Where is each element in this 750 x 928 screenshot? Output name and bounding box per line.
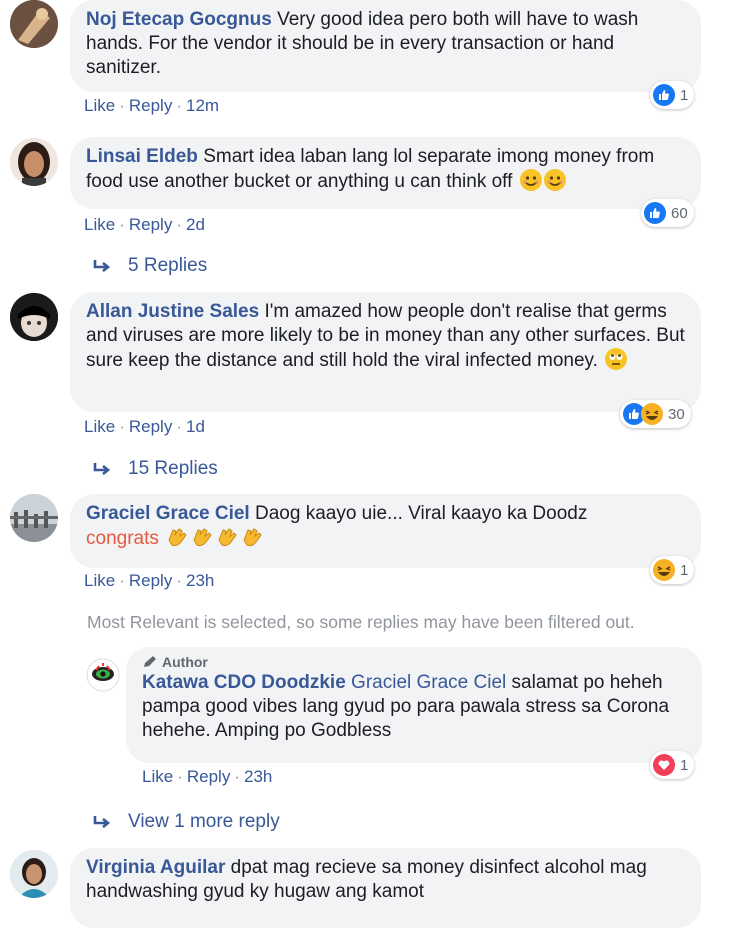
comment-author[interactable]: Noj Etecap Gocgnus xyxy=(86,9,272,30)
comment-actions: Like · Reply · 1d xyxy=(84,417,205,436)
mention-link[interactable]: Graciel Grace Ciel xyxy=(351,672,506,693)
reply-author[interactable]: Katawa CDO Doodzkie xyxy=(142,672,346,693)
replies-label[interactable]: 15 Replies xyxy=(128,458,218,480)
view-more-label[interactable]: View 1 more reply xyxy=(128,811,280,833)
smile-emoji-icon xyxy=(519,169,542,191)
reply-link[interactable]: Reply xyxy=(129,96,172,115)
reply-arrow-icon xyxy=(93,463,111,476)
like-reaction-icon xyxy=(644,202,666,224)
timestamp[interactable]: 23h xyxy=(244,767,272,786)
timestamp[interactable]: 23h xyxy=(186,571,214,590)
comment-author[interactable]: Allan Justine Sales xyxy=(86,301,259,322)
timestamp[interactable]: 2d xyxy=(186,215,205,234)
comment-bubble: Allan Justine Sales I'm amazed how peopl… xyxy=(70,292,701,412)
reaction-count[interactable]: 1 xyxy=(650,556,695,584)
replies-label[interactable]: 5 Replies xyxy=(128,255,207,277)
view-replies-link[interactable]: 5 Replies xyxy=(92,255,207,277)
comment-actions: Like · Reply · 12m xyxy=(84,96,220,115)
reply-arrow-icon xyxy=(93,816,111,829)
comment-actions: Like · Reply · 23h xyxy=(84,571,215,590)
like-reaction-icon xyxy=(653,84,675,106)
comment-author[interactable]: Graciel Grace Ciel xyxy=(86,503,250,524)
like-link[interactable]: Like xyxy=(142,767,173,786)
comment-author[interactable]: Virginia Aguilar xyxy=(86,857,225,878)
view-more-replies-link[interactable]: View 1 more reply xyxy=(92,811,280,833)
reply-link[interactable]: Reply xyxy=(129,571,172,590)
comment-bubble: Virginia Aguilar dpat mag recieve sa mon… xyxy=(70,848,701,928)
love-reaction-icon xyxy=(653,754,675,776)
congrats-text: congrats xyxy=(86,528,159,549)
reply-link[interactable]: Reply xyxy=(129,215,172,234)
haha-reaction-icon xyxy=(653,559,675,581)
reply-arrow-icon xyxy=(93,260,111,273)
comment-author[interactable]: Linsai Eldeb xyxy=(86,146,198,167)
pencil-icon xyxy=(144,656,156,667)
reply-link[interactable]: Reply xyxy=(187,767,230,786)
reply-bubble: Author Katawa CDO Doodzkie Graciel Grace… xyxy=(126,647,702,763)
timestamp[interactable]: 12m xyxy=(186,96,219,115)
reply-actions: Like · Reply · 23h xyxy=(142,767,273,786)
reaction-count[interactable]: 1 xyxy=(650,751,695,779)
smile-emoji-icon xyxy=(543,169,566,191)
avatar[interactable] xyxy=(10,494,58,542)
comment-actions: Like · Reply · 2d xyxy=(84,215,205,234)
avatar[interactable] xyxy=(10,293,58,341)
view-replies-link[interactable]: 15 Replies xyxy=(92,458,218,480)
like-link[interactable]: Like xyxy=(84,417,115,436)
comment-bubble: Noj Etecap Gocgnus Very good idea pero b… xyxy=(70,0,701,92)
filter-notice: Most Relevant is selected, so some repli… xyxy=(87,612,635,632)
clapping-hands-icon xyxy=(164,528,264,549)
comment-text: Daog kaayo uie... Viral kaayo ka Doodz xyxy=(255,503,588,524)
avatar[interactable] xyxy=(10,850,58,898)
comment-bubble: Linsai Eldeb Smart idea laban lang lol s… xyxy=(70,137,701,209)
avatar[interactable] xyxy=(10,138,58,186)
avatar[interactable] xyxy=(10,0,58,48)
avatar[interactable] xyxy=(86,658,120,692)
rolling-eyes-emoji-icon xyxy=(605,348,628,370)
reaction-count[interactable]: 1 xyxy=(650,81,695,109)
like-link[interactable]: Like xyxy=(84,215,115,234)
reaction-count[interactable]: 30 xyxy=(620,400,691,428)
reaction-count[interactable]: 60 xyxy=(641,199,694,227)
like-link[interactable]: Like xyxy=(84,96,115,115)
like-link[interactable]: Like xyxy=(84,571,115,590)
haha-reaction-icon xyxy=(641,403,663,425)
comment-bubble: Graciel Grace Ciel Daog kaayo uie... Vir… xyxy=(70,494,701,568)
timestamp[interactable]: 1d xyxy=(186,417,205,436)
reply-link[interactable]: Reply xyxy=(129,417,172,436)
author-badge: Author xyxy=(142,653,686,671)
